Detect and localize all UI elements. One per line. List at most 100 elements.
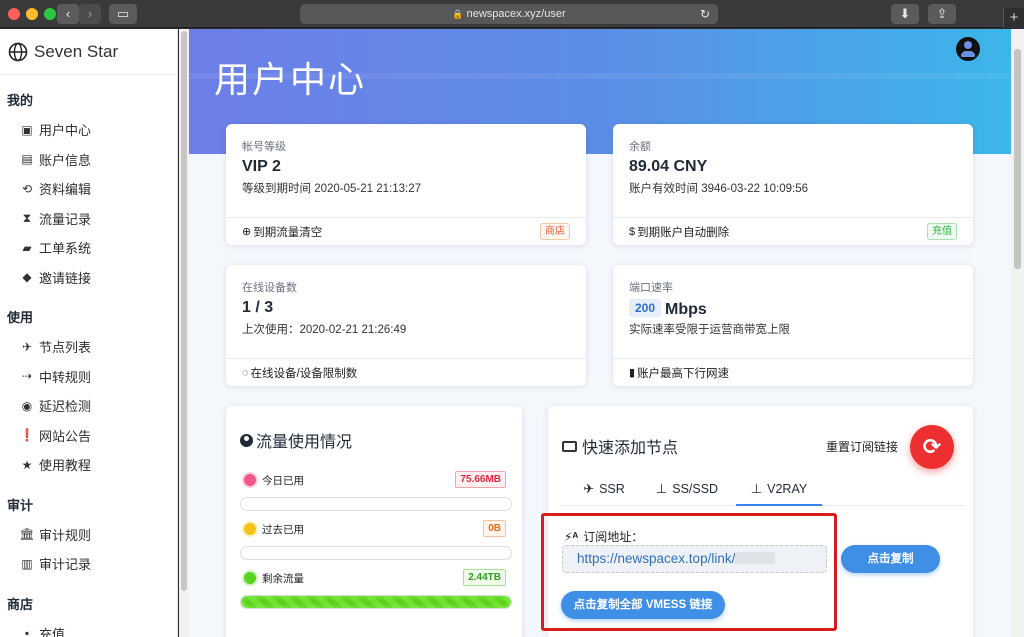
shop-badge-button[interactable]: 商店 (540, 223, 570, 240)
redacted-token (735, 552, 776, 564)
alert-message-icon: ❗ (19, 428, 35, 443)
dollar-icon: $ (629, 225, 636, 238)
brand[interactable]: Seven Star (0, 29, 177, 75)
card-footer-text: 到期流量清空 (253, 226, 323, 239)
yellow-dot-icon (244, 523, 256, 535)
plane-landing-icon: ⊥ (750, 481, 763, 496)
account-avatar-icon[interactable] (956, 37, 980, 61)
sidebar-item-recharge[interactable]: ▪ 充值 (0, 619, 177, 637)
forward-button[interactable]: › (79, 4, 101, 24)
sidebar-item-audit-log[interactable]: ▥ 审计记录 (0, 549, 177, 579)
nav-section-title: 使用 (7, 310, 34, 325)
sidebar-item-profile-edit[interactable]: ⟲ 资料编辑 (0, 174, 177, 204)
id-card-icon: ▤ (21, 152, 33, 167)
speed-unit: Mbps (665, 301, 707, 318)
quick-add-title: 快速添加节点 (562, 434, 678, 458)
sync-icon: ⟲ (21, 181, 33, 196)
laptop-icon (562, 440, 577, 452)
traffic-title-text: 流量使用情况 (256, 434, 353, 451)
reload-icon[interactable]: ↻ (700, 4, 710, 24)
sidebar-item-audit-rules[interactable]: 🏛 审计规则 (0, 520, 177, 550)
traffic-row-past: 过去已用 0B (244, 520, 506, 538)
traffic-value-badge: 75.66MB (455, 471, 506, 488)
zoom-window-button[interactable] (44, 8, 56, 20)
chevron-left-icon: ‹ (65, 6, 71, 21)
signal-bars-icon: ▮ (629, 367, 636, 379)
wallet-icon: ▪ (24, 626, 30, 637)
tab-ss-ssd[interactable]: ⊥ SS/SSD (646, 472, 728, 506)
reset-subscription-button[interactable]: ⟳ (910, 425, 954, 469)
progress-fill (241, 596, 511, 608)
star-icon: ★ (21, 457, 33, 472)
browser-toolbar: ‹ › ▭ 🔒newspacex.xyz/user ↻ ⬇ ⇪ ❐ + (0, 0, 1024, 100)
port-speed-value: 200 Mbps (629, 299, 707, 319)
sidebar-icon: ▭ (116, 6, 130, 21)
url-text: newspacex.xyz/user (466, 8, 566, 20)
pink-dot-icon (244, 474, 256, 486)
new-tab-button[interactable]: + (1003, 8, 1024, 28)
refresh-icon: ⟳ (922, 434, 942, 459)
subscription-url-text: https://newspacex.top/link/ (577, 551, 736, 566)
page-scrollbar[interactable] (1011, 29, 1024, 637)
share-button[interactable]: ⇪ (928, 4, 956, 24)
main-content: 用户中心 帐号等级 VIP 2 等级到期时间 2020-05-21 21:13:… (189, 29, 1011, 637)
scrollbar-thumb[interactable] (181, 31, 187, 591)
dashboard-icon: ▣ (21, 122, 33, 137)
speed-note-text: 实际速率受限于运营商带宽上限 (629, 324, 790, 336)
flash-auto-icon: ⚡ᴬ (564, 529, 579, 544)
traffic-row-remaining: 剩余流量 2.44TB (244, 569, 506, 587)
card-footer-text: 账户最高下行网速 (637, 367, 730, 380)
sidebar-item-relay-rules[interactable]: ⇢ 中转规则 (0, 362, 177, 392)
speed-number: 200 (629, 299, 662, 317)
globe-icon (8, 42, 28, 61)
copy-all-vmess-button[interactable]: 点击复制全部 VMESS 链接 (561, 591, 725, 619)
sidebar-scrollbar[interactable] (179, 29, 189, 637)
loading-circle-icon: ◌ (242, 366, 249, 379)
account-expiry-text: 账户有效时间 3946-03-22 10:09:56 (629, 183, 808, 195)
sidebar-item-traffic-log[interactable]: ⧗ 流量记录 (0, 204, 177, 234)
sidebar-item-announcements[interactable]: ❗ 网站公告 (0, 421, 177, 451)
downloads-button[interactable]: ⬇ (891, 4, 919, 24)
recharge-badge-button[interactable]: 充值 (927, 223, 957, 240)
traffic-progress-today (240, 497, 512, 511)
nav-section-title: 审计 (7, 497, 34, 513)
sidebar-item-account-info[interactable]: ▤ 账户信息 (0, 145, 177, 175)
address-bar[interactable]: 🔒 newspacex.xyz/user ↻ (300, 4, 718, 24)
account-level-value: VIP 2 (242, 158, 281, 175)
traffic-row-label: 今日已用 (262, 474, 304, 487)
airplane-icon: ✈ (21, 339, 33, 354)
scrollbar-thumb[interactable] (1014, 49, 1021, 269)
airplane-icon: ✈ (583, 481, 595, 496)
traffic-value-badge: 2.44TB (463, 569, 506, 586)
sidebar-item-latency-test[interactable]: ◉ 延迟检测 (0, 391, 177, 421)
tab-ssr[interactable]: ✈ SSR (576, 472, 632, 506)
sidebar-item-invite[interactable]: ◆ 邀请链接 (0, 263, 177, 293)
minimize-window-button[interactable] (26, 8, 38, 20)
balance-value: 89.04 CNY (629, 158, 708, 175)
card-label: 余额 (629, 141, 651, 153)
card-label: 在线设备数 (242, 282, 297, 294)
sidebar-item-node-list[interactable]: ✈ 节点列表 (0, 332, 177, 362)
close-window-button[interactable] (8, 8, 20, 20)
share-icon: ⇪ (936, 6, 948, 21)
sidebar-toggle-button[interactable]: ▭ (109, 4, 137, 24)
subscription-address-label: ⚡ᴬ 订阅地址： (564, 529, 644, 545)
subscription-url-field[interactable]: https://newspacex.top/link/ (562, 545, 827, 573)
copy-button[interactable]: 点击复制 (841, 545, 940, 573)
brand-name: Seven Star (34, 41, 119, 61)
quick-add-title-text: 快速添加节点 (582, 440, 679, 457)
back-button[interactable]: ‹ (57, 4, 79, 24)
sidebar-item-tutorial[interactable]: ★ 使用教程 (0, 450, 177, 480)
last-used-text: 上次使用：2020-02-21 21:26:49 (242, 324, 407, 336)
client-tabs: ✈ SSR ⊥ SS/SSD ⊥ V2RAY (560, 472, 964, 506)
sidebar-item-tickets[interactable]: ▰ 工单系统 (0, 233, 177, 263)
eye-icon: ◉ (21, 398, 33, 413)
sidebar-item-user-center[interactable]: ▣ 用户中心 (0, 115, 177, 145)
hourglass-icon: ⧗ (22, 210, 32, 225)
traffic-usage-card: 流量使用情况 今日已用 75.66MB 过去已用 0B 剩余流量 2.44TB (226, 406, 522, 637)
card-footer: $ 到期账户自动删除 充值 (613, 217, 973, 245)
card-label: 端口速率 (629, 282, 673, 294)
traffic-progress-remaining (240, 595, 512, 609)
card-footer-text: 在线设备/设备限制数 (250, 367, 358, 380)
tab-v2ray[interactable]: ⊥ V2RAY (736, 472, 822, 506)
